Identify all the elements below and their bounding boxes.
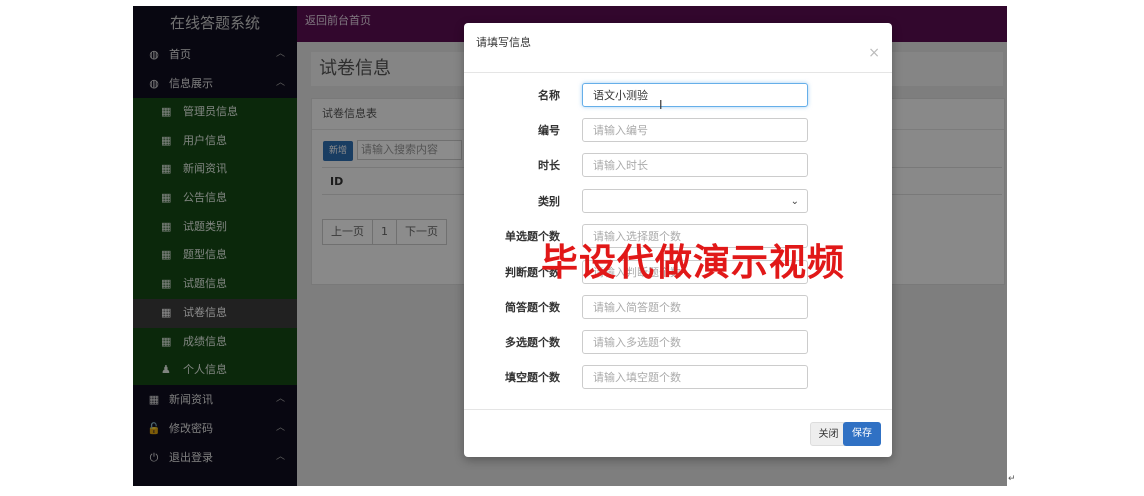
field-label: 类别: [538, 195, 560, 208]
category-select[interactable]: ⌄: [582, 189, 808, 213]
form-input[interactable]: 语文小测验: [582, 83, 808, 107]
return-mark-icon: ↵: [1008, 474, 1016, 484]
close-button[interactable]: 关闭: [810, 422, 847, 446]
form-input[interactable]: 请输入编号: [582, 118, 808, 142]
field-label: 时长: [538, 159, 560, 172]
field-label: 多选题个数: [505, 336, 560, 349]
field-label: 名称: [538, 89, 560, 102]
field-text: 请输入编号: [593, 124, 648, 137]
text-cursor-icon: I: [659, 98, 663, 112]
form-row: 简答题个数 请输入简答题个数: [464, 295, 892, 321]
form-input[interactable]: 请输入时长: [582, 153, 808, 177]
watermark-text: 毕设代做演示视频: [541, 240, 845, 284]
form-row: 名称 语文小测验: [464, 83, 892, 109]
modal-title: 请填写信息: [476, 36, 531, 49]
form-row: 类别 ⌄: [464, 189, 892, 215]
field-text: 请输入时长: [593, 159, 648, 172]
field-text: 请输入简答题个数: [593, 301, 681, 314]
form-row: 填空题个数 请输入填空题个数: [464, 365, 892, 391]
modal-footer: 关闭 保存: [464, 409, 892, 457]
close-icon[interactable]: ×: [868, 45, 880, 61]
form-row: 时长 请输入时长: [464, 153, 892, 179]
field-text: 请输入填空题个数: [593, 371, 681, 384]
modal-header: 请填写信息 ×: [464, 23, 892, 73]
field-label: 编号: [538, 124, 560, 137]
form-row: 多选题个数 请输入多选题个数: [464, 330, 892, 356]
field-label: 填空题个数: [505, 371, 560, 384]
field-text: 语文小测验: [593, 89, 648, 102]
chevron-down-icon: ⌄: [790, 196, 799, 207]
form-row: 编号 请输入编号: [464, 118, 892, 144]
save-button[interactable]: 保存: [843, 422, 881, 446]
form-input[interactable]: 请输入填空题个数: [582, 365, 808, 389]
field-text: 请输入多选题个数: [593, 336, 681, 349]
form-input[interactable]: 请输入简答题个数: [582, 295, 808, 319]
field-label: 简答题个数: [505, 301, 560, 314]
form-input[interactable]: 请输入多选题个数: [582, 330, 808, 354]
